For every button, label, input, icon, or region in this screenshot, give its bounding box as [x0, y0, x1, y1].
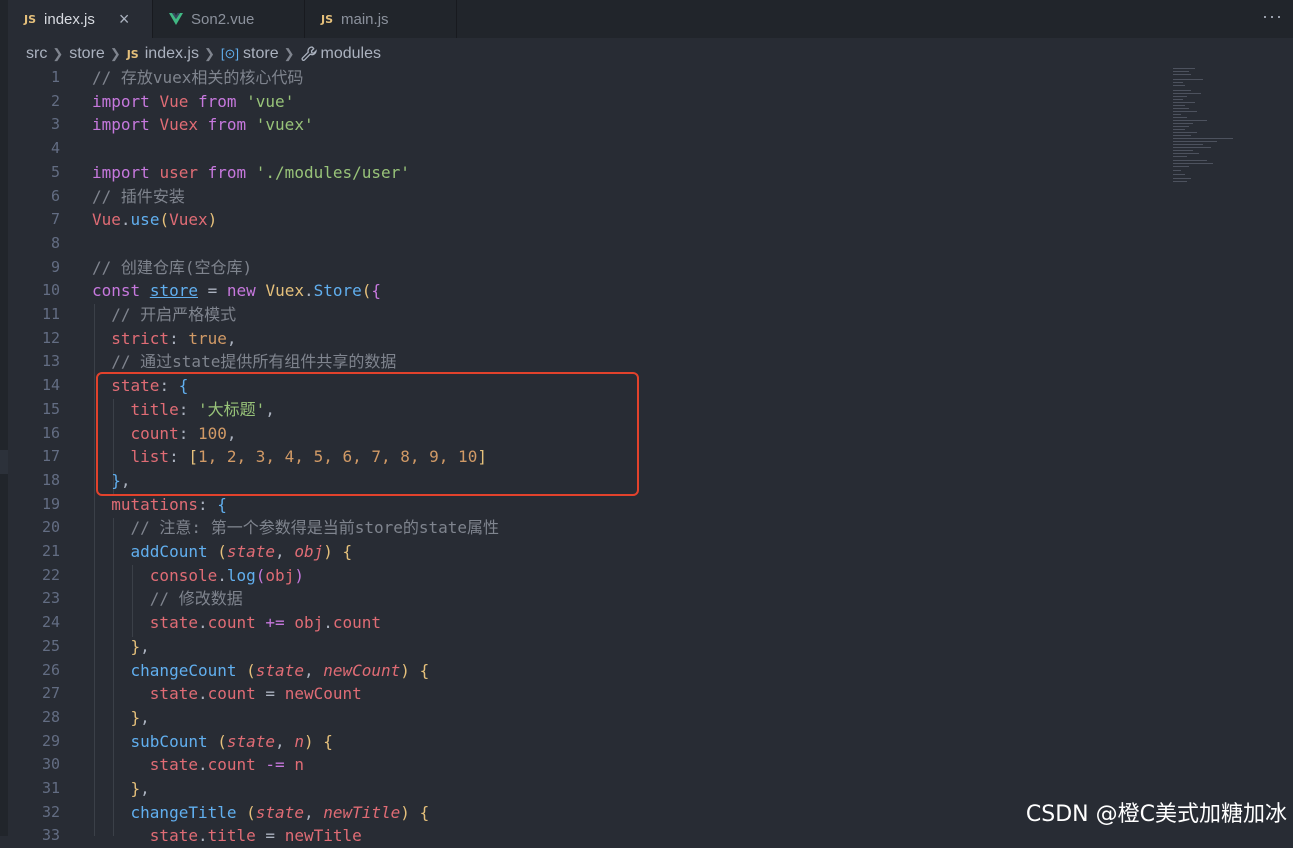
code-line: 24 state.count += obj.count	[41, 613, 382, 633]
tab-son2-vue[interactable]: Son2.vue	[153, 0, 305, 38]
breadcrumb: src ❯ store ❯ JS index.js ❯ [⊙] store ❯ …	[8, 40, 1293, 68]
code-line: 1// 存放vuex相关的核心代码	[50, 68, 304, 87]
js-file-icon: JS	[126, 47, 139, 61]
minimap[interactable]	[1173, 66, 1233, 186]
code-line: 11 // 开启严格模式	[41, 305, 237, 324]
code-line: 19 mutations: {	[41, 494, 227, 514]
strip-highlight	[0, 450, 8, 474]
code-line: 23 // 修改数据	[41, 589, 243, 609]
watermark-text: CSDN @橙C美式加糖加冰	[1025, 802, 1287, 827]
code-line: 26 changeCount (state, newCount) {	[41, 660, 430, 680]
highlight-annotation-box	[96, 372, 639, 496]
code-line: 7 Vue.use(Vuex)	[50, 210, 218, 230]
code-line: 22 console.log(obj)	[41, 565, 304, 585]
breadcrumb-item-store-folder[interactable]: store	[69, 45, 105, 63]
code-line: 2 import Vue from 'vue'	[50, 91, 295, 111]
code-line: 28 },	[41, 707, 150, 727]
code-line: 4	[50, 139, 60, 158]
code-line: 20 // 注意: 第一个参数得是当前store的state属性	[41, 518, 500, 538]
code-line: 25 },	[41, 636, 150, 656]
code-line: 13 // 通过state提供所有组件共享的数据	[41, 352, 397, 372]
js-file-icon: JS	[321, 12, 334, 26]
close-icon[interactable]: ×	[119, 9, 130, 30]
code-line: 8	[50, 233, 60, 252]
code-line: 31 },	[41, 779, 150, 798]
tab-label: main.js	[341, 10, 389, 28]
code-line: 12 strict: true,	[41, 328, 237, 348]
chevron-right-icon: ❯	[203, 46, 215, 61]
code-line: 32 changeTitle (state, newTitle) {	[41, 802, 430, 822]
code-line: 9// 创建仓库(空仓库)	[50, 257, 253, 277]
code-line: 27 state.count = newCount	[41, 684, 362, 704]
breadcrumb-item-store-var[interactable]: store	[243, 45, 279, 63]
chevron-right-icon: ❯	[283, 46, 295, 61]
breadcrumb-item-modules[interactable]: modules	[321, 45, 381, 63]
vue-file-icon	[169, 13, 183, 25]
js-file-icon: JS	[24, 12, 37, 26]
code-line: 6// 插件安装	[50, 186, 185, 206]
chevron-right-icon: ❯	[52, 46, 64, 61]
code-line: 10 const store = new Vuex.Store({	[41, 281, 382, 301]
code-line: 5 import user from './modules/user'	[50, 162, 410, 182]
chevron-right-icon: ❯	[109, 46, 121, 61]
activity-strip	[0, 0, 8, 836]
code-line: 3 import Vuex from 'vuex'	[50, 115, 314, 135]
breadcrumb-item-index-js[interactable]: index.js	[145, 45, 199, 63]
tab-label: index.js	[44, 10, 95, 28]
code-line: 30 state.count -= n	[41, 755, 304, 775]
tab-index-js[interactable]: JS index.js ×	[8, 0, 153, 38]
code-line: 29 subCount (state, n) {	[41, 731, 333, 751]
tab-bar: JS index.js × Son2.vue JS main.js ···	[8, 0, 1293, 38]
tab-main-js[interactable]: JS main.js	[305, 0, 457, 38]
code-line: 21 addCount (state, obj) {	[41, 542, 353, 561]
variable-icon: [⊙]	[220, 46, 240, 61]
more-actions-icon[interactable]: ···	[1262, 6, 1283, 27]
code-line: 33 state.title = newTitle	[41, 826, 362, 846]
wrench-icon	[300, 46, 317, 61]
breadcrumb-item-src[interactable]: src	[26, 45, 47, 63]
tab-label: Son2.vue	[191, 10, 255, 28]
